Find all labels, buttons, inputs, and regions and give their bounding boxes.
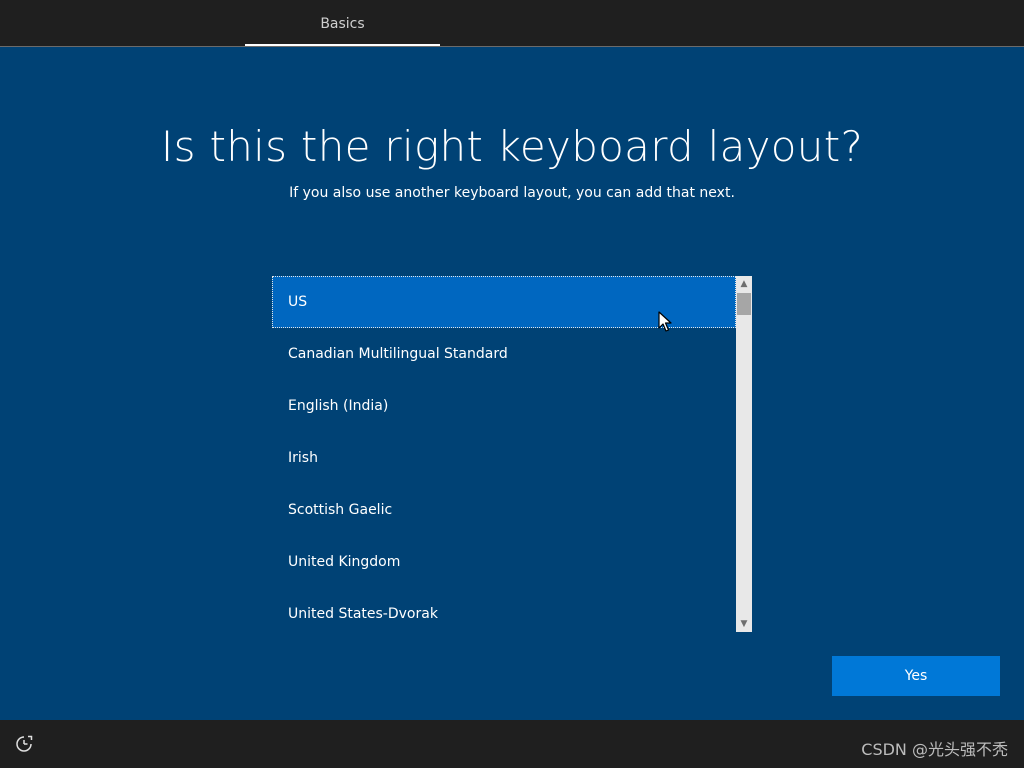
list-item-english-india[interactable]: English (India) — [272, 380, 736, 432]
keyboard-layout-list[interactable]: US Canadian Multilingual Standard Englis… — [272, 276, 752, 632]
list-scrollbar[interactable]: ▲ ▼ — [736, 276, 752, 632]
scroll-thumb[interactable] — [737, 293, 751, 315]
list-item-canadian-multilingual[interactable]: Canadian Multilingual Standard — [272, 328, 736, 380]
oobe-screen: Basics Is this the right keyboard layout… — [0, 0, 1024, 768]
list-item-scottish-gaelic[interactable]: Scottish Gaelic — [272, 484, 736, 536]
page-subtitle: If you also use another keyboard layout,… — [289, 185, 735, 201]
bottom-bar: CSDN @光头强不秃 — [0, 720, 1024, 768]
list-item-united-states-dvorak[interactable]: United States-Dvorak — [272, 588, 736, 632]
tab-basics: Basics — [245, 0, 440, 46]
scroll-up-icon[interactable]: ▲ — [736, 276, 752, 292]
yes-button[interactable]: Yes — [832, 656, 1000, 696]
watermark-text: CSDN @光头强不秃 — [861, 740, 1008, 759]
page-title: Is this the right keyboard layout? — [160, 122, 864, 171]
list-item-irish[interactable]: Irish — [272, 432, 736, 484]
mouse-cursor-icon — [658, 311, 672, 332]
scroll-down-icon[interactable]: ▼ — [736, 616, 752, 632]
ease-of-access-icon[interactable] — [14, 734, 34, 754]
list-item-united-kingdom[interactable]: United Kingdom — [272, 536, 736, 588]
top-bar: Basics — [0, 0, 1024, 47]
